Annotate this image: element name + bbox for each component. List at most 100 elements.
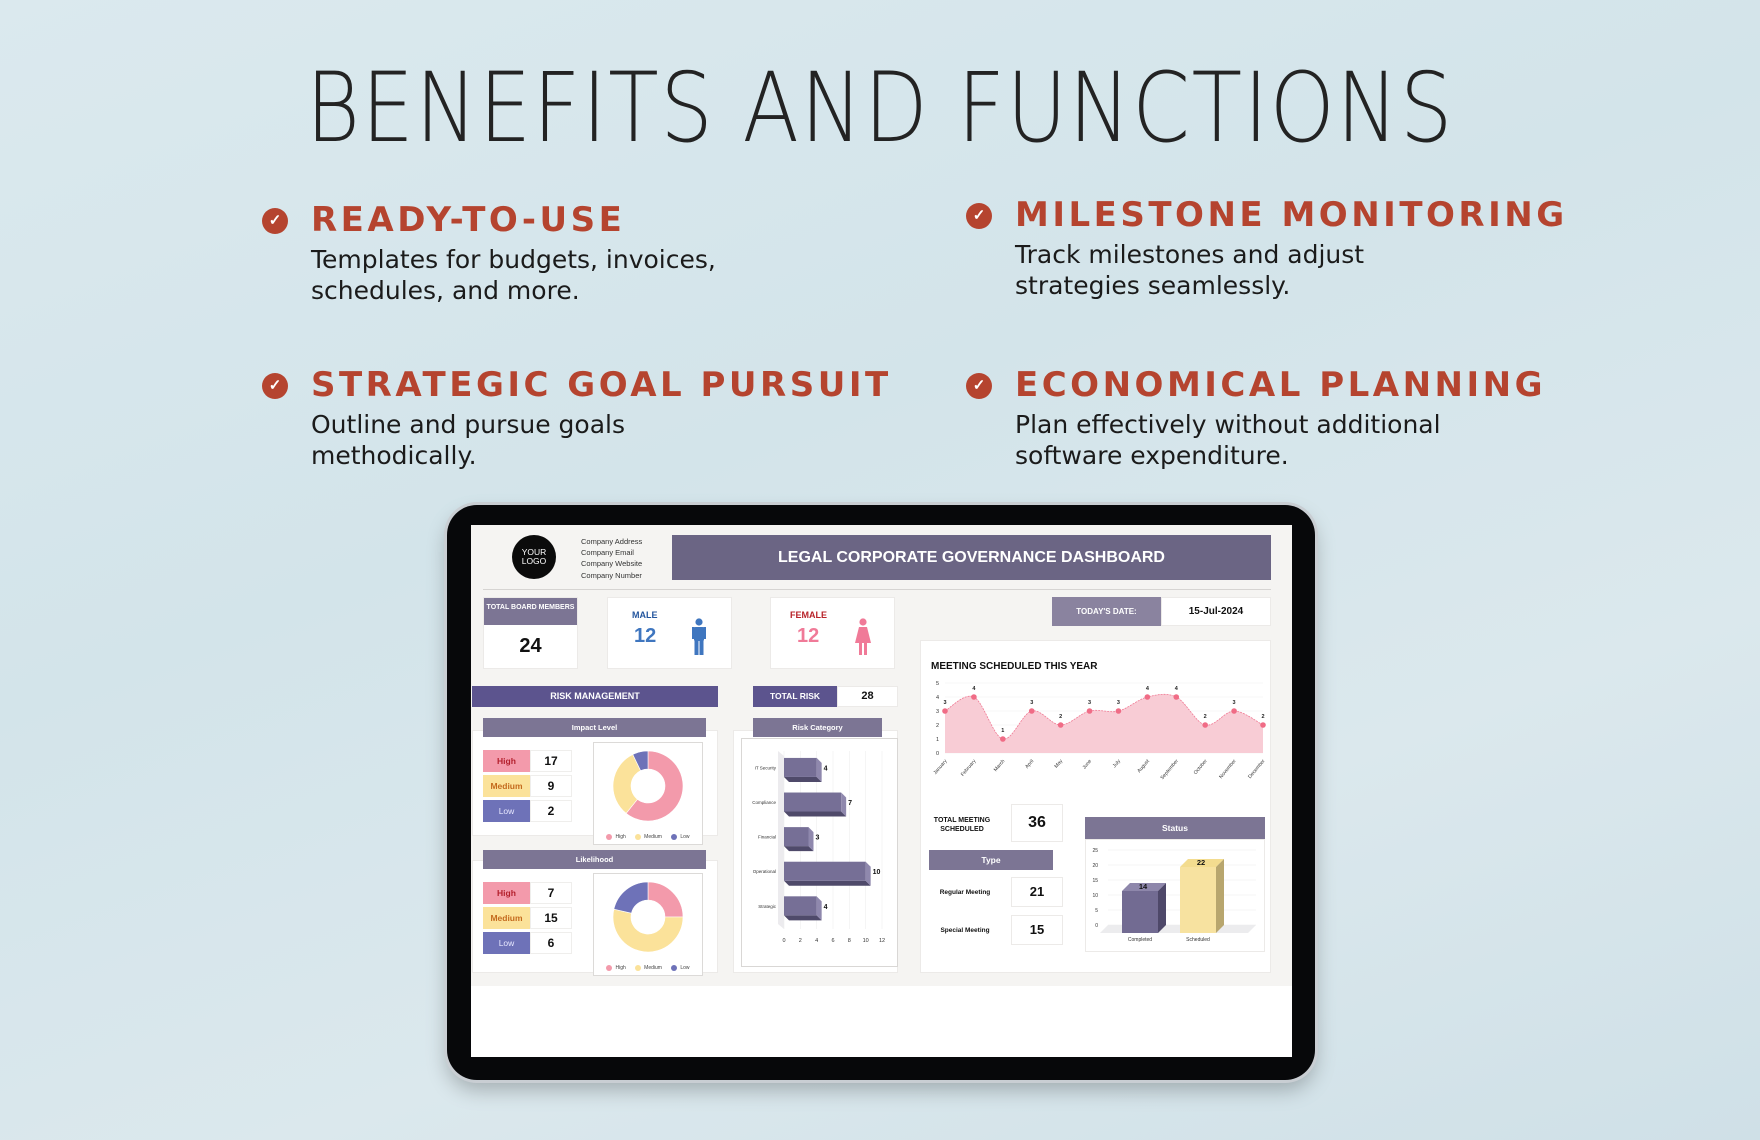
y-tick-label: 4: [936, 695, 939, 701]
x-tick-label: January: [932, 758, 948, 776]
female-person-icon: [855, 618, 871, 655]
special-meeting-label: Special Meeting: [940, 927, 990, 934]
risk-category-header: Risk Category: [753, 718, 882, 737]
total-meetings-value: 36: [1011, 804, 1063, 842]
impact-donut-card: High Medium Low: [593, 742, 703, 845]
company-email: Company Email: [581, 548, 634, 558]
x-tick-label: Scheduled: [1186, 937, 1210, 943]
company-info: Company Address Company Email Company We…: [581, 536, 642, 581]
risk-bar: [784, 792, 842, 812]
male-card: MALE 12: [607, 597, 732, 669]
legend-low: Low: [680, 834, 690, 841]
feature-description: Outline and pursue goals methodically.: [311, 410, 626, 470]
bar-bottom-face: [784, 776, 822, 782]
y-tick-label: 0: [936, 751, 939, 757]
bar-bottom-face: [784, 880, 871, 886]
data-point: [1028, 708, 1035, 714]
status-bar-scheduled: [1180, 867, 1216, 933]
category-label: IT Security: [755, 765, 777, 770]
likelihood-header: Likelihood: [483, 850, 706, 869]
x-tick-label: 6: [831, 938, 834, 944]
status-bar-completed: [1122, 891, 1158, 933]
bar-value-label: 4: [824, 765, 828, 772]
total-board-members-card: TOTAL BOARD MEMBERS 24: [483, 597, 578, 669]
likelihood-medium-value: 15: [530, 907, 572, 929]
data-point: [1144, 694, 1151, 700]
check-circle-icon: ✓: [966, 203, 992, 229]
logo-text-line2: LOGO: [521, 556, 547, 566]
dashboard-title: LEGAL CORPORATE GOVERNANCE DASHBOARD: [672, 535, 1271, 580]
likelihood-low-label: Low: [483, 932, 530, 954]
data-point: [1086, 708, 1093, 714]
feature-title: STRATEGIC GOAL PURSUIT: [311, 365, 892, 405]
impact-low-value: 2: [530, 800, 572, 822]
impact-medium-label: Medium: [483, 775, 530, 797]
male-label: MALE: [632, 610, 658, 620]
x-tick-label: 4: [815, 938, 818, 944]
x-tick-label: 12: [879, 938, 885, 944]
status-bar-chart: 0 5 10 15 20 25 14 Completed 22 Scheduled: [1092, 848, 1256, 943]
female-label: FEMALE: [790, 610, 827, 620]
x-tick-label: July: [1112, 758, 1123, 769]
risk-bar: [784, 757, 817, 777]
risk-category-chart-frame: 0 2 4 6 8 10 12 IT Security 4 Compliance 7 Financia…: [741, 738, 898, 967]
impact-high-label: High: [483, 750, 530, 772]
data-label: 3: [1117, 700, 1120, 706]
bar-value-label: 3: [816, 835, 820, 842]
dashboard: YOUR LOGO Company Address Company Email …: [471, 525, 1292, 986]
likelihood-row-low: Low 6: [483, 932, 572, 954]
x-tick-label: November: [1218, 758, 1238, 780]
risk-category-bar-chart: 0 2 4 6 8 10 12 IT Security 4 Compliance 7 Financia…: [752, 751, 885, 944]
x-tick-label: August: [1136, 758, 1151, 774]
category-label: Strategic: [758, 904, 777, 909]
likelihood-high-value: 7: [530, 882, 572, 904]
data-label: 3: [1233, 700, 1236, 706]
female-value: 12: [797, 625, 820, 647]
legend-high: High: [615, 834, 626, 841]
data-point: [1202, 722, 1208, 728]
x-tick-label: February: [960, 758, 978, 778]
impact-row-low: Low 2: [483, 800, 572, 822]
x-tick-label: 8: [848, 938, 851, 944]
x-tick-label: 10: [863, 938, 869, 944]
data-label: 2: [1204, 714, 1207, 720]
risk-management-header: RISK MANAGEMENT: [472, 686, 718, 707]
likelihood-donut-card: High Medium Low: [593, 873, 703, 976]
type-header: Type: [929, 850, 1053, 870]
feature-title: ECONOMICAL PLANNING: [1015, 365, 1547, 405]
impact-donut-legend: High Medium Low: [594, 834, 702, 840]
x-tick-label: 2: [799, 938, 802, 944]
likelihood-table: High 7 Medium 15 Low 6: [483, 882, 572, 954]
area-fill: [945, 694, 1263, 753]
meetings-chart-title: MEETING SCHEDULED THIS YEAR: [931, 661, 1098, 672]
total-meetings-label: TOTAL MEETING SCHEDULED: [933, 817, 991, 833]
x-tick-label: May: [1053, 758, 1064, 769]
x-tick-label: April: [1024, 758, 1035, 770]
impact-medium-value: 9: [530, 775, 572, 797]
company-logo: YOUR LOGO: [512, 535, 556, 579]
donut-slice-low: [613, 881, 649, 914]
donut-slice-high: [647, 881, 684, 918]
regular-meeting-label: Regular Meeting: [939, 889, 991, 896]
feature-description: Templates for budgets, invoices, schedul…: [311, 245, 716, 305]
chart-side-wall: [778, 751, 784, 929]
company-number: Company Number: [581, 570, 642, 580]
todays-date-label: TODAY'S DATE:: [1052, 597, 1161, 626]
bar-value-label: 22: [1197, 858, 1205, 867]
y-tick-label: 0: [1095, 923, 1098, 929]
data-label: 3: [943, 700, 946, 706]
bar-bottom-face: [784, 811, 847, 817]
x-tick-label: September: [1159, 758, 1180, 781]
category-label: Compliance: [752, 800, 776, 805]
data-point: [1231, 708, 1237, 714]
legend-medium: Medium: [644, 965, 662, 972]
check-circle-icon: ✓: [966, 373, 992, 399]
tablet-screen: YOUR LOGO Company Address Company Email …: [471, 525, 1292, 1057]
likelihood-row-high: High 7: [483, 882, 572, 904]
bar-side-face: [1158, 883, 1166, 933]
company-website: Company Website: [581, 559, 643, 569]
feature-title: MILESTONE MONITORING: [1015, 195, 1568, 235]
likelihood-high-label: High: [483, 882, 530, 904]
status-chart-frame: 0 5 10 15 20 25 14 Completed 22 Scheduled: [1085, 839, 1265, 952]
likelihood-medium-label: Medium: [483, 907, 530, 929]
